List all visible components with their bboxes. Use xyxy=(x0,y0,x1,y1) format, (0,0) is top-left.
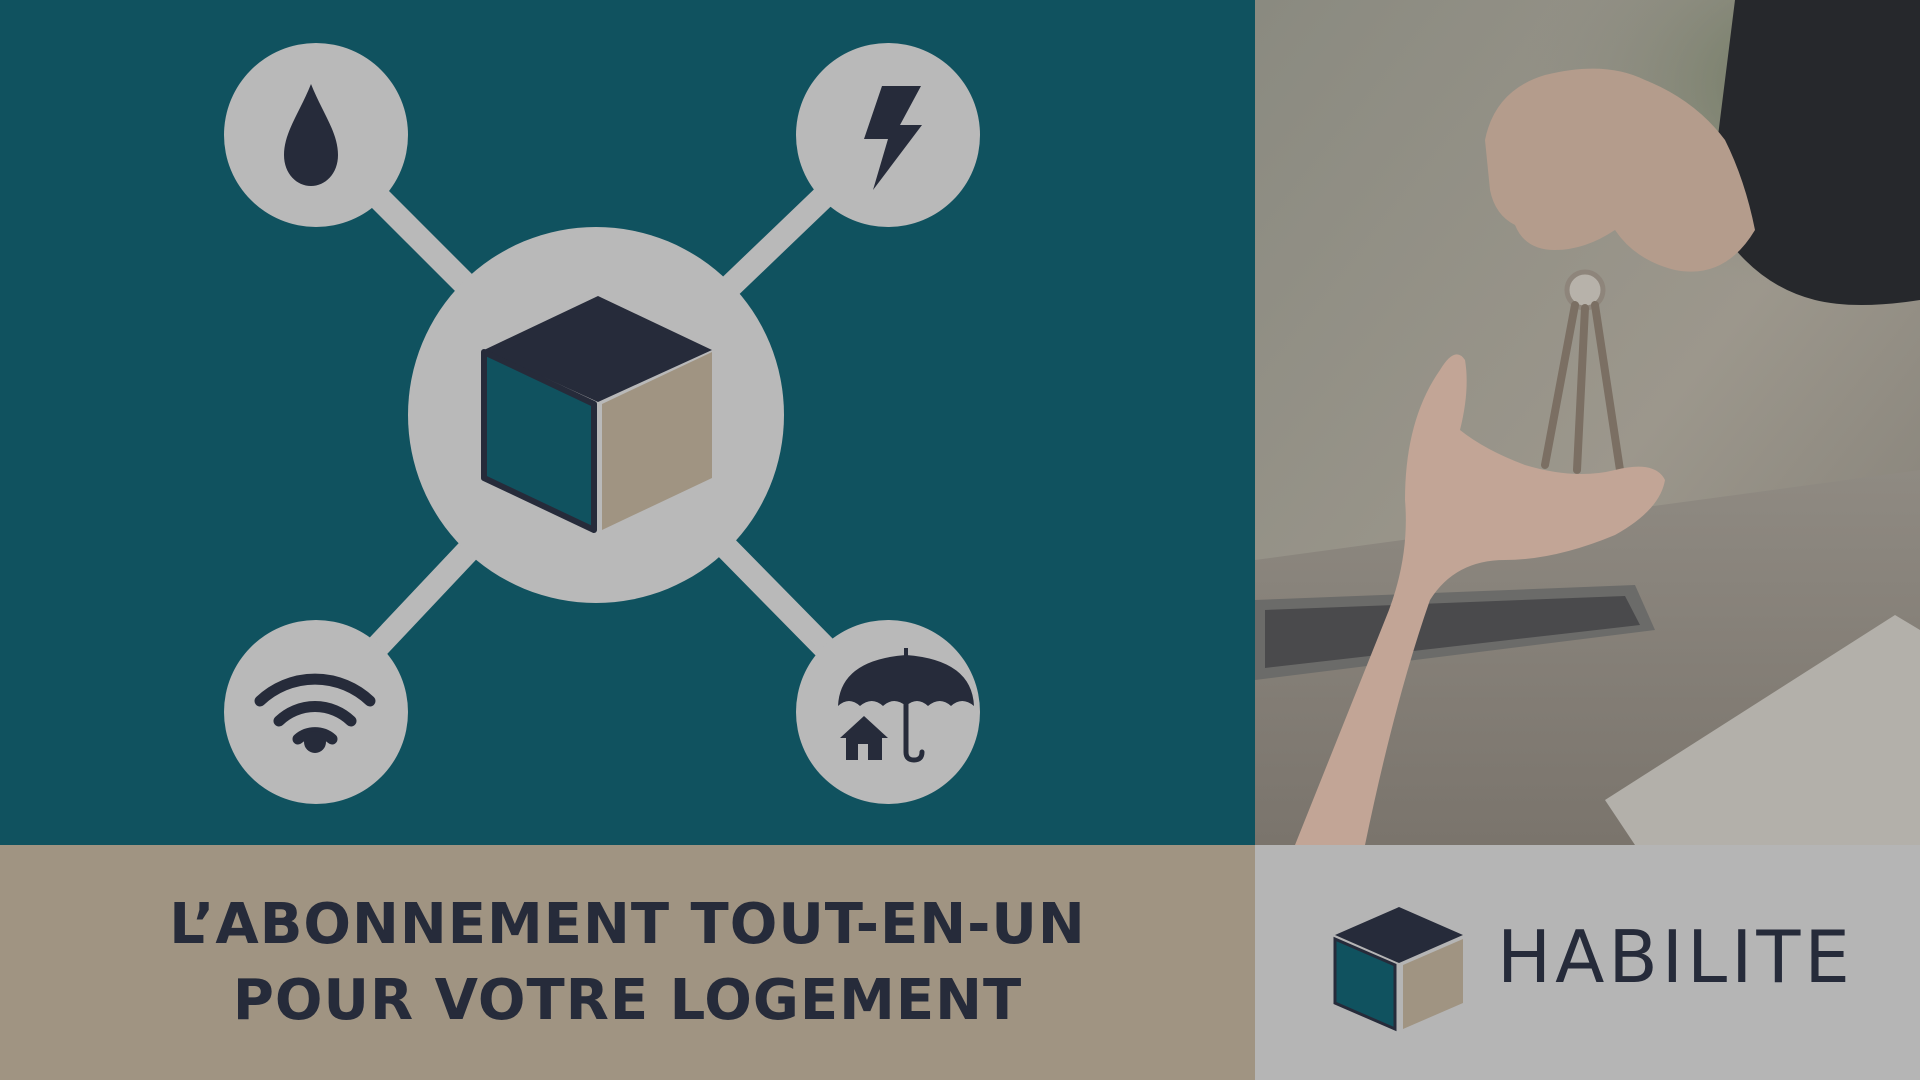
internet-node xyxy=(224,620,408,804)
electricity-node xyxy=(796,43,980,227)
tagline-line-1: L’ABONNEMENT TOUT-EN-UN xyxy=(169,891,1086,957)
services-hub-diagram xyxy=(224,43,980,804)
photo-illustration xyxy=(1255,0,1920,845)
brand-name: HABILITE xyxy=(1497,915,1854,999)
tagline-banner: L’ABONNEMENT TOUT-EN-UN POUR VOTRE LOGEM… xyxy=(0,845,1255,1080)
water-node xyxy=(224,43,408,227)
center-cube-node xyxy=(408,227,784,603)
hero-illustration-panel xyxy=(0,0,1255,845)
tagline-line-2: POUR VOTRE LOGEMENT xyxy=(232,967,1023,1033)
keys-handover-photo xyxy=(1255,0,1920,845)
insurance-node xyxy=(796,620,980,804)
